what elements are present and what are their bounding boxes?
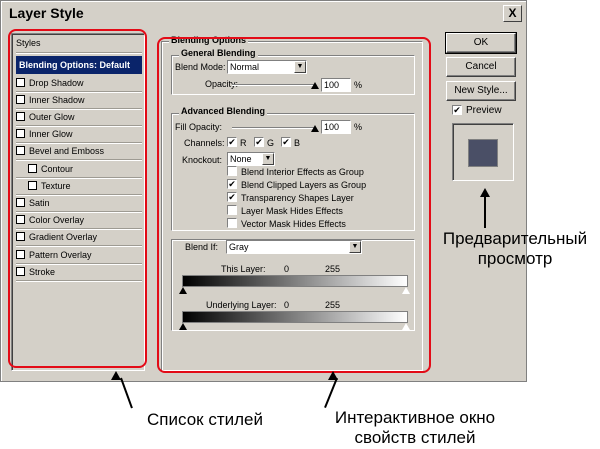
cancel-button[interactable]: Cancel (446, 57, 516, 77)
preview-caption-line2: просмотр (477, 249, 553, 268)
styles-caption: Список стилей (147, 410, 263, 429)
props-caption-line2: свойств стилей (354, 428, 476, 447)
arrow-up-icon (480, 188, 490, 197)
preview-checkbox[interactable]: ✔ (452, 105, 462, 115)
title-bar: Layer Style X (3, 3, 525, 25)
close-button[interactable]: X (503, 5, 522, 22)
arrow-up-icon (328, 371, 338, 380)
arrow-up-icon (111, 371, 121, 380)
preview-box (452, 123, 514, 181)
ok-button[interactable]: OK (445, 32, 517, 54)
preview-arrow-line (484, 196, 486, 228)
preview-swatch (468, 139, 498, 167)
styles-arrow-line (120, 377, 133, 409)
dialog-title: Layer Style (9, 5, 84, 21)
preview-label: Preview (466, 105, 502, 116)
properties-highlight (157, 37, 431, 373)
props-arrow-line (324, 377, 338, 409)
preview-caption-line1: Предварительный (442, 229, 588, 248)
new-style-button[interactable]: New Style... (446, 81, 516, 101)
styles-list-highlight (8, 29, 147, 368)
props-caption-line1: Интерактивное окно (334, 408, 496, 427)
